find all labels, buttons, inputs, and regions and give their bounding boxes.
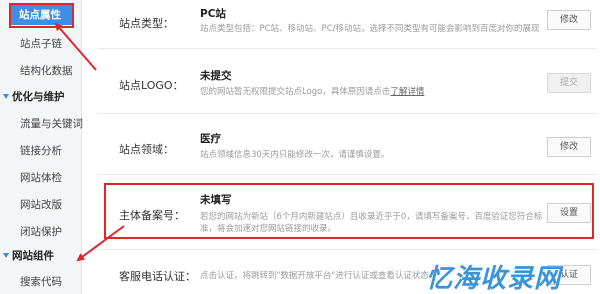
- site-domain-description: 站点领域信息30天内只能修改一次，请谨慎设置。: [200, 150, 390, 160]
- site-type-value: PC站: [200, 8, 226, 20]
- site-logo-submit-button[interactable]: 提交: [547, 73, 591, 93]
- sidebar-item-search-code[interactable]: 搜索代码: [0, 270, 82, 294]
- site-type-description: 站点类型包括：PC站、移动站、PC/移动站，选择不同类型有可能会影响到百度对你的…: [200, 24, 540, 34]
- site-logo-label: 站点LOGO：: [119, 79, 184, 92]
- site-domain-label: 站点领域：: [119, 143, 174, 156]
- sidebar: 站点属性 站点子链 结构化数据 优化与维护 流量与关键词 链接分析 网站体检 网…: [0, 0, 83, 294]
- sidebar-item-closure-protection[interactable]: 闭站保护: [0, 220, 82, 244]
- sidebar-item-site-check[interactable]: 网站体检: [0, 166, 82, 190]
- highlight-box-sidebar: [9, 3, 74, 28]
- sidebar-item-traffic-keywords[interactable]: 流量与关键词: [0, 112, 83, 136]
- site-logo-value: 未提交: [200, 70, 232, 82]
- phone-verification-description: 点击认证，将跳转到"数据开放平台"进行认证或查看认证状态: [200, 271, 429, 281]
- divider: [97, 174, 597, 175]
- sidebar-group-components[interactable]: 网站组件: [0, 244, 82, 268]
- chevron-down-icon: [3, 94, 9, 99]
- chevron-down-icon: [3, 253, 9, 258]
- sidebar-group-label: 优化与维护: [12, 91, 65, 103]
- learn-more-link[interactable]: 了解详情: [390, 87, 424, 97]
- site-logo-description: 您的网站暂无权限提交站点Logo，具体原因请点击了解详情: [200, 87, 425, 97]
- site-type-edit-button[interactable]: 修改: [547, 10, 591, 30]
- divider: [97, 113, 597, 114]
- phone-verification-label: 客服电话认证：: [119, 270, 196, 283]
- sidebar-item-structured-data[interactable]: 结构化数据: [0, 59, 82, 83]
- site-properties-panel: 站点类型： PC站 站点类型包括：PC站、移动站、PC/移动站，选择不同类型有可…: [83, 0, 600, 294]
- divider: [97, 48, 597, 49]
- sidebar-group-label: 网站组件: [12, 250, 54, 262]
- divider: [97, 249, 597, 250]
- sidebar-item-site-revision[interactable]: 网站改版: [0, 193, 82, 217]
- site-type-label: 站点类型：: [119, 17, 174, 30]
- site-domain-value: 医疗: [200, 133, 221, 145]
- sidebar-item-link-analysis[interactable]: 链接分析: [0, 139, 82, 163]
- sidebar-item-site-sublinks[interactable]: 站点子链: [0, 32, 82, 56]
- highlight-box-icp-row: [104, 183, 594, 239]
- site-watermark: 忆海收录网: [426, 264, 562, 294]
- sidebar-group-optimization[interactable]: 优化与维护: [0, 85, 82, 109]
- site-domain-edit-button[interactable]: 修改: [547, 137, 591, 157]
